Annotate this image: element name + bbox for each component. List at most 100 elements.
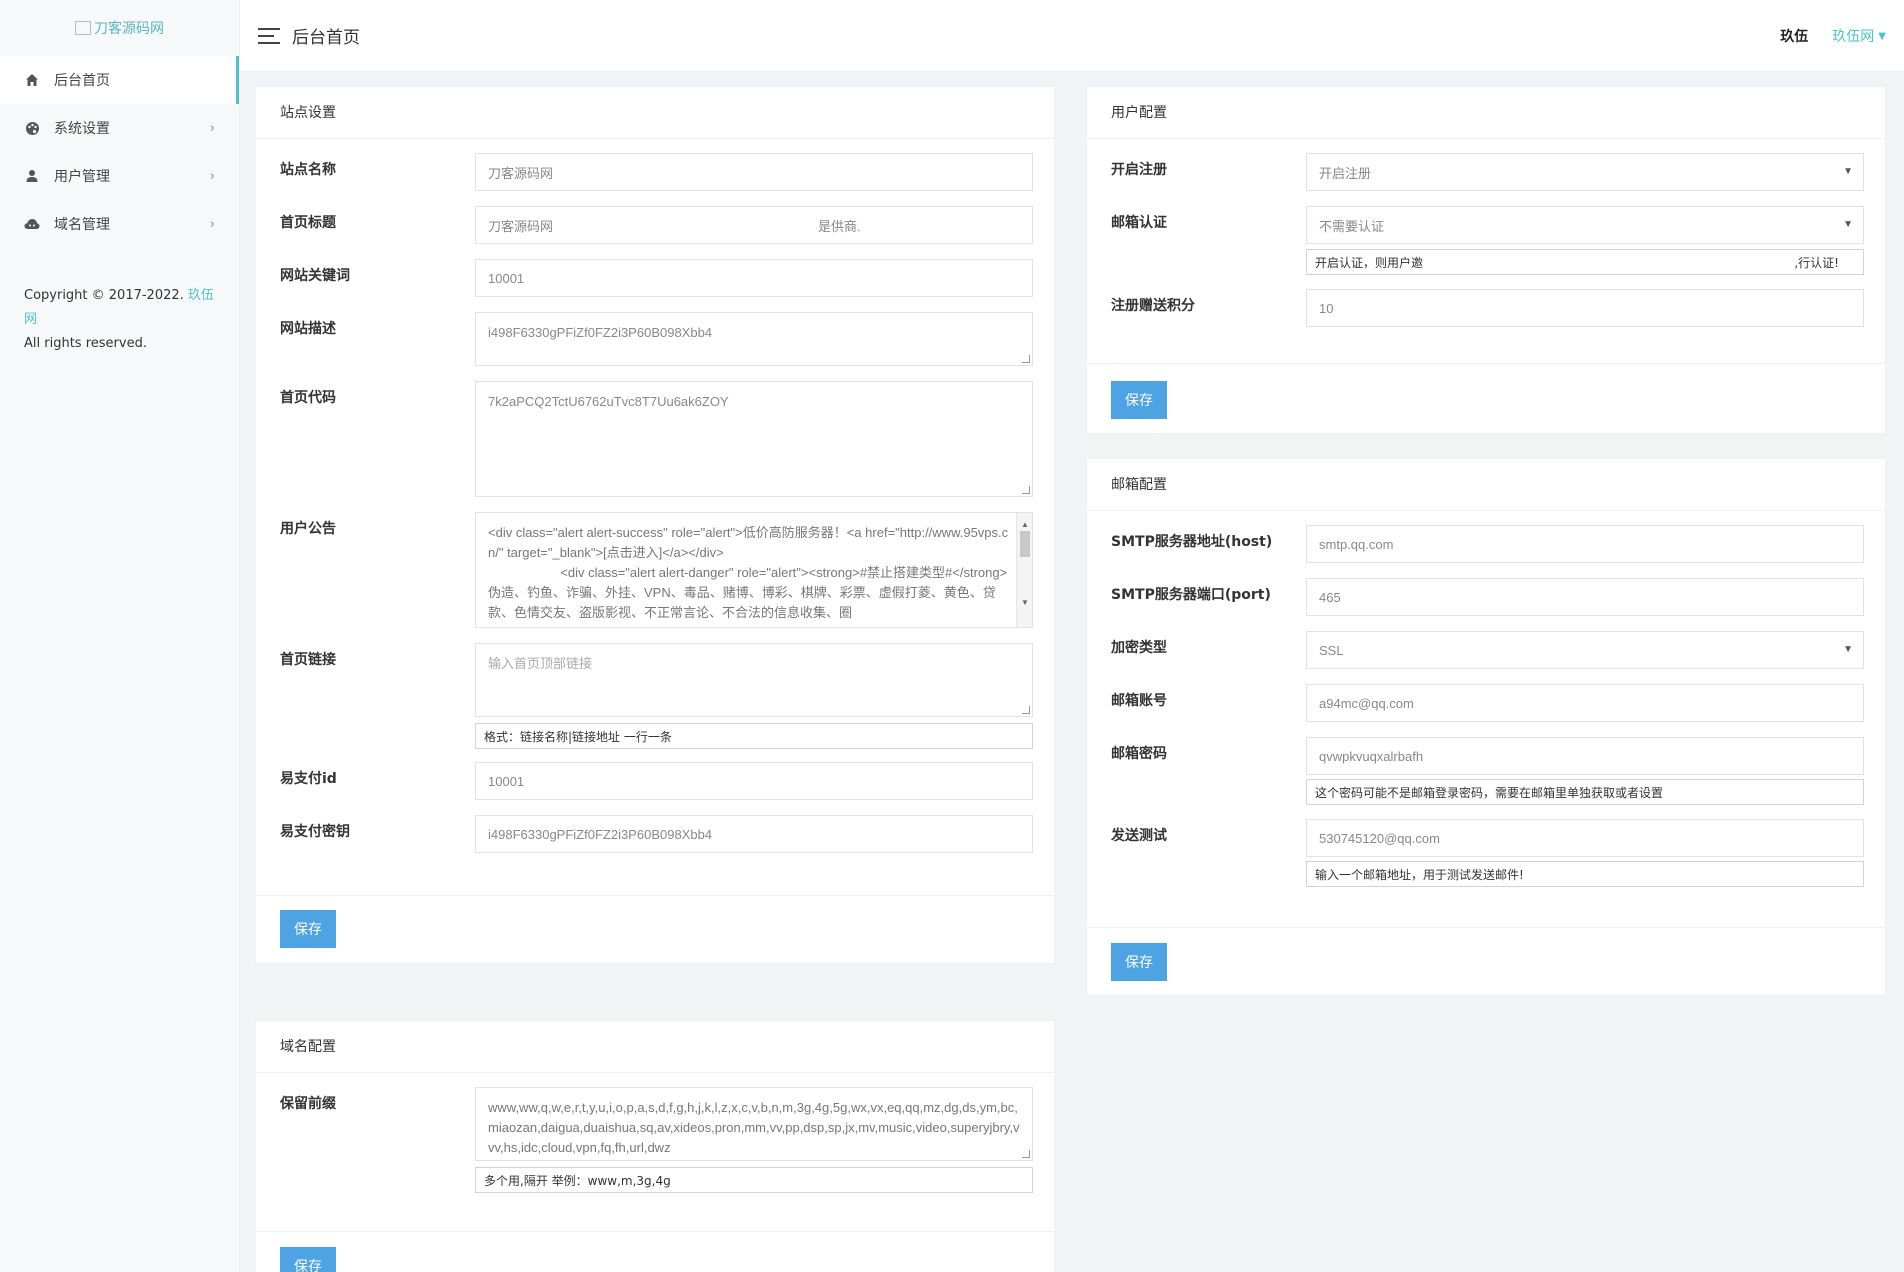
resize-handle-icon[interactable] <box>1022 1150 1030 1158</box>
panel-title: 域名配置 <box>256 1021 1054 1073</box>
sidebar-item-user-management[interactable]: 用户管理 › <box>0 152 239 200</box>
field-label: 易支付id <box>280 771 337 787</box>
field-value: 10 <box>1319 300 1334 316</box>
home-link-textarea[interactable]: 输入首页顶部链接 <box>475 643 1033 717</box>
field-value: www,ww,q,w,e,r,t,y,u,i,o,p,a,s,d,f,g,h,j… <box>488 1100 1020 1155</box>
bonus-input[interactable]: 10 <box>1306 289 1864 327</box>
caret-down-icon: ▼ <box>1843 219 1853 230</box>
home-title-input[interactable]: 刀客源码网 是供商. <box>475 206 1033 244</box>
logo-alt-text: 刀客源码网 <box>94 21 164 37</box>
site-name-input[interactable]: 刀客源码网 <box>475 153 1033 191</box>
resize-handle-icon[interactable] <box>1022 706 1030 714</box>
mail-config-panel: 邮箱配置 SMTP服务器地址(host) smtp.qq.com SMTP服务器… <box>1086 458 1886 996</box>
field-value: 刀客源码网 <box>488 218 554 234</box>
sidebar: 刀客源码网 后台首页 系统设置 › 用户管理 › 域名管理 › Copyrigh… <box>0 0 240 1272</box>
field-label: 首页标题 <box>280 215 336 231</box>
field-label: 网站描述 <box>280 321 336 337</box>
smtp-host-input[interactable]: smtp.qq.com <box>1306 525 1864 563</box>
keywords-input[interactable]: 10001 <box>475 259 1033 297</box>
mail-password-input[interactable]: qvwpkvuqxalrbafh <box>1306 737 1864 775</box>
home-link-hint: 格式：链接名称|链接地址 一行一条 <box>475 723 1033 749</box>
scroll-down-icon[interactable]: ▼ <box>1017 593 1032 613</box>
top-bar: 后台首页 玖伍 玖伍网 ▼ <box>240 0 1904 72</box>
user-short-name[interactable]: 玖伍 <box>1780 26 1808 46</box>
home-code-textarea[interactable]: 7k2aPCQ2TctU6762uTvc8T7Uu6ak6ZOY <box>475 381 1033 497</box>
field-value: 刀客源码网 <box>488 165 554 181</box>
field-placeholder: 输入首页顶部链接 <box>488 656 593 671</box>
field-value: <div class="alert alert-success" role="a… <box>488 525 1009 620</box>
save-site-button[interactable]: 保存 <box>280 910 336 948</box>
resize-handle-icon[interactable] <box>1022 355 1030 363</box>
mail-account-input[interactable]: a94mc@qq.com <box>1306 684 1864 722</box>
field-value: a94mc@qq.com <box>1319 695 1414 711</box>
page-title: 后台首页 <box>292 28 360 48</box>
send-test-input[interactable]: 530745120@qq.com <box>1306 819 1864 857</box>
field-value: 不需要认证 <box>1319 218 1385 234</box>
chevron-right-icon: › <box>209 216 215 232</box>
save-mail-button[interactable]: 保存 <box>1111 943 1167 981</box>
field-value: 10001 <box>488 270 525 286</box>
site-logo[interactable]: 刀客源码网 <box>0 0 239 56</box>
user-menu: 玖伍 玖伍网 ▼ <box>1780 26 1886 46</box>
sidebar-item-label: 系统设置 <box>54 121 110 137</box>
field-label: 邮箱认证 <box>1111 215 1167 231</box>
divider <box>1087 363 1885 364</box>
panel-title: 用户配置 <box>1087 87 1885 139</box>
reserve-prefix-textarea[interactable]: www,ww,q,w,e,r,t,y,u,i,o,p,a,s,d,f,g,h,j… <box>475 1087 1033 1161</box>
encryption-select[interactable]: SSL ▼ <box>1306 631 1864 669</box>
mail-password-hint: 这个密码可能不是邮箱登录密码，需要在邮箱里单独获取或者设置 <box>1306 779 1864 805</box>
field-label: 首页代码 <box>280 390 336 406</box>
hint-text: 开启认证，则用户邀 <box>1315 255 1424 270</box>
pay-key-input[interactable]: i498F6330gPFiZf0FZ2i3P60B098Xbb4 <box>475 815 1033 853</box>
scrollbar[interactable]: ▲ ▼ <box>1016 513 1032 627</box>
sidebar-item-system-settings[interactable]: 系统设置 › <box>0 104 239 152</box>
field-value: i498F6330gPFiZf0FZ2i3P60B098Xbb4 <box>488 826 713 842</box>
save-user-button[interactable]: 保存 <box>1111 381 1167 419</box>
hint-text-end: ,行认证! <box>1794 255 1839 270</box>
divider <box>256 1231 1054 1232</box>
scroll-thumb[interactable] <box>1020 531 1030 557</box>
reserve-prefix-hint: 多个用,隔开 举例：www,m,3g,4g <box>475 1167 1033 1193</box>
field-value-suffix: 是供商. <box>818 218 861 234</box>
sidebar-item-dashboard[interactable]: 后台首页 <box>0 56 239 104</box>
user-dropdown[interactable]: 玖伍网 <box>1832 26 1874 46</box>
field-label: 发送测试 <box>1111 828 1167 844</box>
notice-textarea[interactable]: <div class="alert alert-success" role="a… <box>475 512 1033 628</box>
save-domain-button[interactable]: 保存 <box>280 1247 336 1272</box>
caret-down-icon: ▼ <box>1843 644 1853 655</box>
field-value: SSL <box>1319 642 1344 658</box>
field-label: SMTP服务器地址(host) <box>1111 534 1273 550</box>
sidebar-item-label: 域名管理 <box>54 217 110 233</box>
field-value: 7k2aPCQ2TctU6762uTvc8T7Uu6ak6ZOY <box>488 394 729 409</box>
mail-verify-hint: 开启认证，则用户邀 ,行认证! <box>1306 249 1864 275</box>
field-label: 邮箱密码 <box>1111 746 1167 762</box>
registration-select[interactable]: 开启注册 ▼ <box>1306 153 1864 191</box>
panel-title: 邮箱配置 <box>1087 459 1885 511</box>
site-settings-panel: 站点设置 站点名称 刀客源码网 首页标题 刀客源码网 是供商. 网站关键词 10… <box>255 86 1055 964</box>
sidebar-item-domain-management[interactable]: 域名管理 › <box>0 200 239 248</box>
caret-down-icon: ▼ <box>1878 30 1886 42</box>
broken-image-icon <box>75 21 91 35</box>
smtp-port-input[interactable]: 465 <box>1306 578 1864 616</box>
chevron-right-icon: › <box>209 168 215 184</box>
description-textarea[interactable]: i498F6330gPFiZf0FZ2i3P60B098Xbb4 <box>475 312 1033 366</box>
field-label: 注册赠送积分 <box>1111 298 1195 314</box>
field-value: 465 <box>1319 589 1341 605</box>
field-label: 易支付密钥 <box>280 824 350 840</box>
field-label: 站点名称 <box>280 162 336 178</box>
copyright: Copyright © 2017-2022. 玖伍网 All rights re… <box>0 266 239 374</box>
sidebar-item-label: 后台首页 <box>54 73 110 89</box>
menu-toggle-icon[interactable] <box>258 27 280 44</box>
copyright-prefix: Copyright © 2017-2022. <box>24 288 184 303</box>
field-value: 开启注册 <box>1319 165 1372 181</box>
field-value: smtp.qq.com <box>1319 536 1394 552</box>
field-value: i498F6330gPFiZf0FZ2i3P60B098Xbb4 <box>488 325 713 340</box>
mail-verify-select[interactable]: 不需要认证 ▼ <box>1306 206 1864 244</box>
field-label: 加密类型 <box>1111 640 1167 656</box>
field-label: 首页链接 <box>280 652 336 668</box>
user-config-panel: 用户配置 开启注册 开启注册 ▼ 邮箱认证 不需要认证 ▼ 开启认证，则用户邀 ,行… <box>1086 86 1886 434</box>
copyright-rights: All rights reserved. <box>24 336 147 351</box>
pay-id-input[interactable]: 10001 <box>475 762 1033 800</box>
resize-handle-icon[interactable] <box>1022 486 1030 494</box>
field-value: qvwpkvuqxalrbafh <box>1319 748 1424 764</box>
